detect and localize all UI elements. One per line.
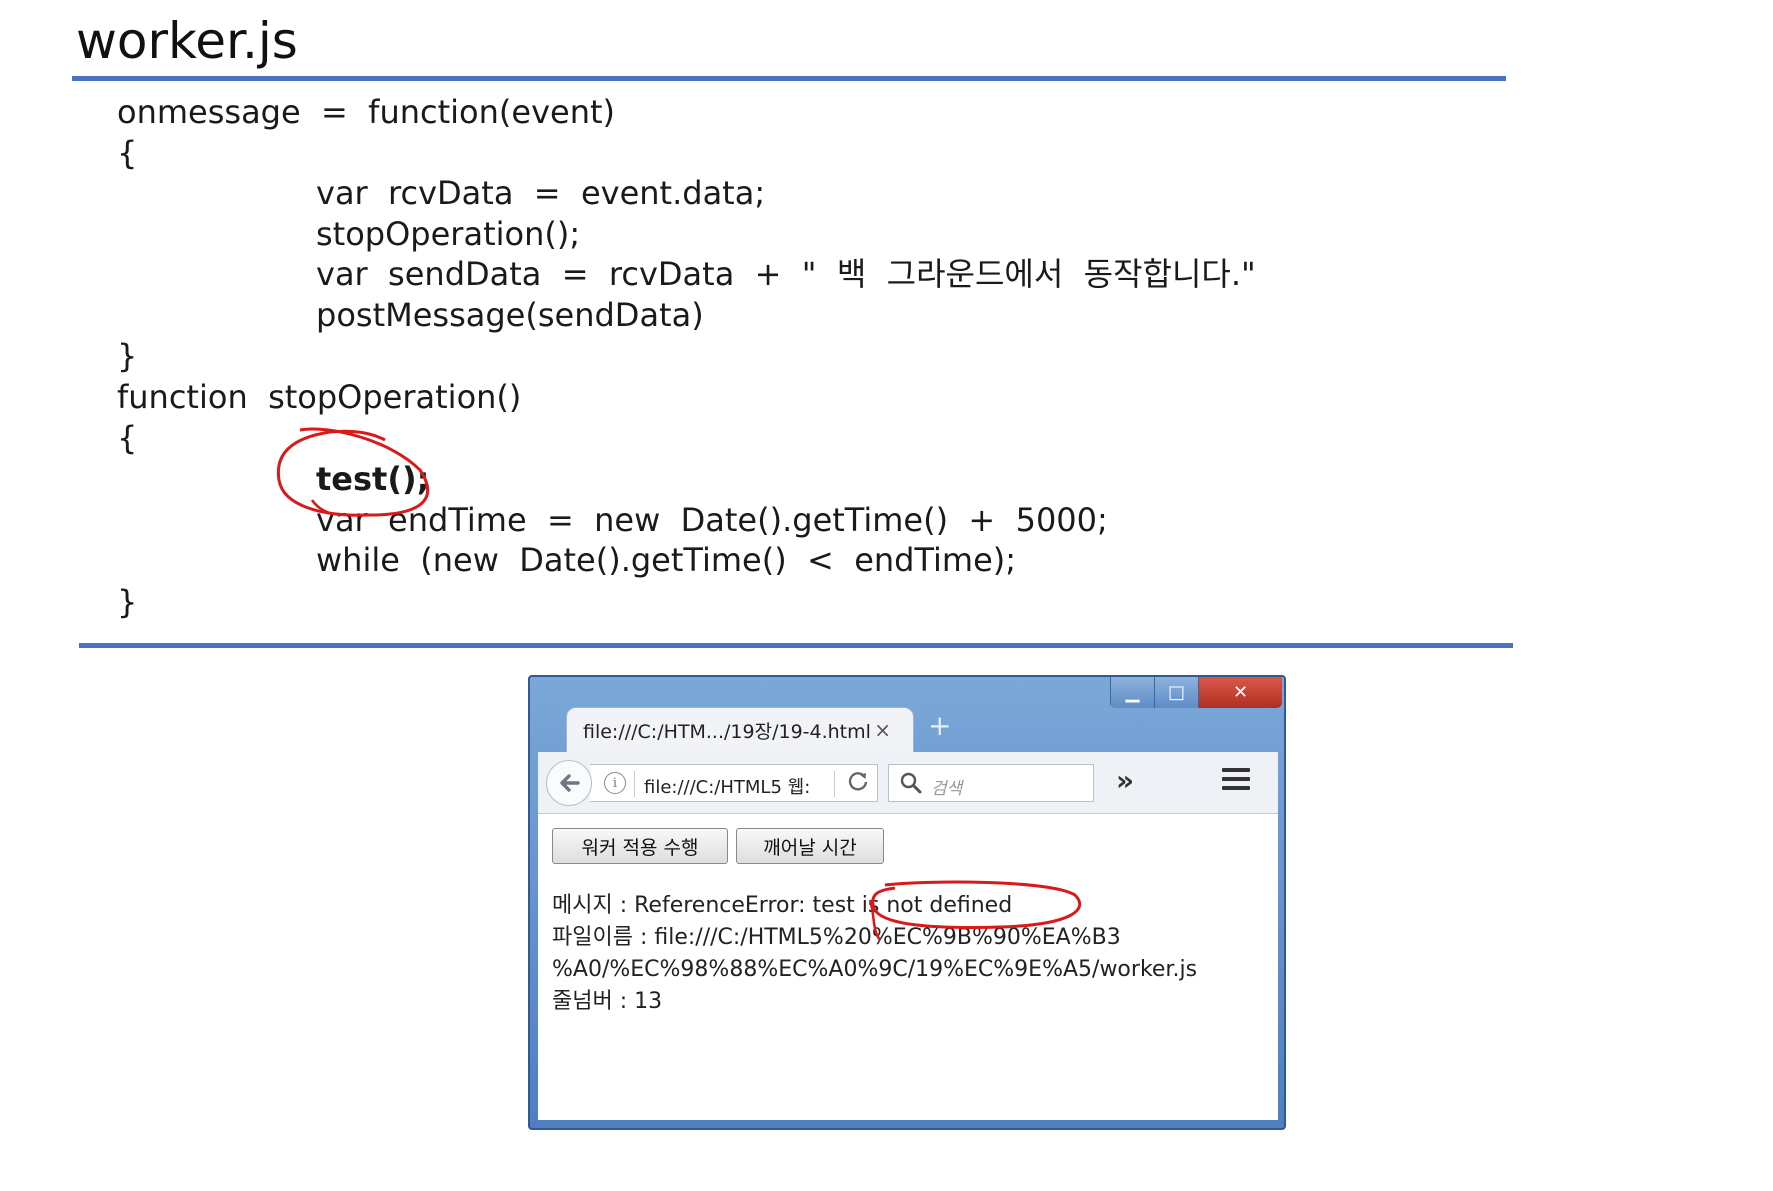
run-worker-button[interactable]: 워커 적용 수행: [552, 828, 728, 864]
maximize-icon[interactable]: □: [1154, 677, 1198, 708]
hamburger-menu-icon[interactable]: [1222, 768, 1250, 792]
code-line-4: stopOperation();: [316, 215, 581, 253]
reload-icon[interactable]: [846, 769, 870, 799]
page-content: 워커 적용 수행 깨어날 시간 메시지 : ReferenceError: te…: [538, 814, 1278, 1120]
overflow-icon[interactable]: »: [1116, 764, 1134, 797]
tab-close-icon[interactable]: ×: [874, 718, 891, 742]
window-close-icon[interactable]: ✕: [1198, 677, 1282, 708]
back-arrow-icon[interactable]: [546, 760, 592, 806]
code-line-5: var sendData = rcvData + " 백 그라운드에서 동작합니…: [316, 255, 1256, 293]
window-controls: ▁ □ ✕: [1110, 677, 1282, 708]
nav-toolbar: i file:///C:/HTML5 웹: 검색 »: [538, 752, 1278, 814]
wake-time-button[interactable]: 깨어날 시간: [736, 828, 884, 864]
output-filename: 파일이름 : file:///C:/HTML5%20%EC%9B%90%EA%B…: [552, 925, 1121, 950]
url-text: file:///C:/HTML5 웹:: [644, 777, 811, 798]
browser-tab[interactable]: file:///C:/HTM.../19장/19-4.html ×: [566, 707, 914, 753]
url-separator: [634, 771, 635, 797]
info-icon[interactable]: i: [604, 772, 626, 794]
output-filename-cont: %A0/%EC%98%88%EC%A0%9C/19%EC%9E%A5/worke…: [552, 957, 1198, 982]
tab-title: file:///C:/HTM.../19장/19-4.html: [583, 721, 871, 743]
search-icon: [900, 772, 922, 794]
code-line-13: }: [117, 583, 138, 621]
search-placeholder: 검색: [931, 779, 963, 799]
minimize-icon[interactable]: ▁: [1110, 677, 1154, 708]
new-tab-icon[interactable]: +: [928, 709, 951, 742]
code-line-9: {: [117, 419, 138, 457]
output-message: 메시지 : ReferenceError: test is not define…: [552, 893, 1013, 918]
browser-window: ▁ □ ✕ file:///C:/HTM.../19장/19-4.html × …: [528, 675, 1286, 1130]
search-bar[interactable]: 검색: [888, 764, 1094, 802]
code-line-11: var endTime = new Date().getTime() + 500…: [316, 501, 1108, 539]
url-separator-2: [834, 771, 835, 797]
code-line-6: postMessage(sendData): [316, 296, 704, 334]
code-line-7: }: [117, 337, 138, 375]
code-line-3: var rcvData = event.data;: [316, 174, 766, 212]
code-block: onmessage = function(event) { var rcvDat…: [0, 0, 1773, 640]
code-line-1: onmessage = function(event): [117, 93, 615, 131]
code-line-8: function stopOperation(): [117, 378, 522, 416]
bottom-divider: [79, 643, 1513, 648]
url-bar[interactable]: i file:///C:/HTML5 웹:: [590, 764, 878, 802]
output-line-number: 줄넘버 : 13: [552, 989, 663, 1014]
code-line-2: {: [117, 134, 138, 172]
code-line-10-highlighted: test();: [316, 460, 430, 498]
code-line-12: while (new Date().getTime() < endTime);: [316, 541, 1017, 579]
